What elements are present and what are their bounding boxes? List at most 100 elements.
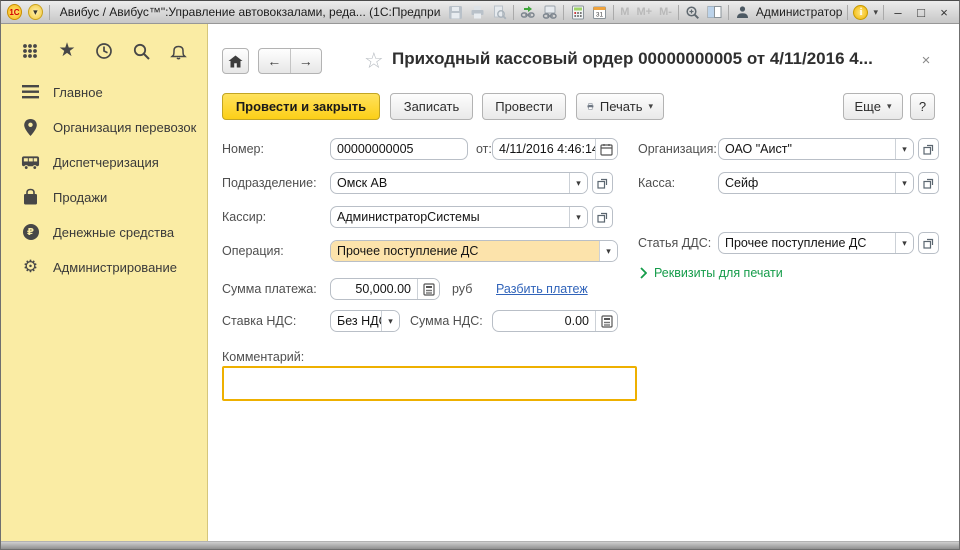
more-button[interactable]: Еще ▾ bbox=[843, 93, 903, 120]
home-button[interactable] bbox=[222, 48, 249, 74]
memory-m-plus-button[interactable]: M+ bbox=[635, 6, 653, 18]
cashflow-item-combo[interactable]: Прочее поступление ДС ▾ bbox=[718, 232, 914, 254]
chevron-down-icon[interactable]: ▾ bbox=[599, 241, 617, 261]
divider bbox=[513, 5, 514, 20]
history-icon[interactable] bbox=[93, 40, 115, 62]
divider bbox=[883, 5, 884, 20]
notifications-bell-icon[interactable] bbox=[167, 40, 189, 62]
zoom-icon[interactable] bbox=[684, 4, 701, 21]
department-open-button[interactable] bbox=[592, 172, 613, 194]
chevron-down-icon[interactable]: ▾ bbox=[895, 233, 913, 253]
sidebar-item-label: Диспетчеризация bbox=[53, 155, 159, 170]
divider bbox=[613, 5, 614, 20]
search-icon[interactable] bbox=[130, 40, 152, 62]
number-input[interactable]: 00000000005 bbox=[330, 138, 468, 160]
department-value: Омск АВ bbox=[331, 173, 569, 193]
bus-icon bbox=[21, 153, 40, 172]
write-button[interactable]: Записать bbox=[390, 93, 473, 120]
cashier-label: Кассир: bbox=[222, 206, 266, 228]
favorite-star-button[interactable]: ☆ bbox=[364, 50, 384, 72]
maximize-button[interactable]: □ bbox=[912, 4, 930, 21]
memory-m-button[interactable]: M bbox=[619, 6, 630, 18]
comment-input[interactable] bbox=[222, 366, 637, 401]
close-button[interactable]: × bbox=[935, 4, 953, 21]
cashflow-item-value: Прочее поступление ДС bbox=[719, 233, 895, 253]
tab-close-icon[interactable]: × bbox=[918, 52, 934, 69]
post-and-close-button[interactable]: Провести и закрыть bbox=[222, 93, 380, 120]
chevron-down-icon[interactable]: ▾ bbox=[895, 139, 913, 159]
number-label: Номер: bbox=[222, 138, 264, 160]
split-payment-link[interactable]: Разбить платеж bbox=[496, 278, 588, 300]
payment-amount-input[interactable]: 50,000.00 bbox=[330, 278, 440, 300]
cashbox-combo[interactable]: Сейф ▾ bbox=[718, 172, 914, 194]
number-value: 00000000005 bbox=[331, 139, 467, 159]
currency-label: руб bbox=[452, 278, 472, 300]
organization-value: ОАО "Аист" bbox=[719, 139, 895, 159]
sections-grid-icon[interactable] bbox=[19, 40, 41, 62]
back-button[interactable]: ← bbox=[259, 53, 290, 69]
organization-open-button[interactable] bbox=[918, 138, 939, 160]
favorites-star-icon[interactable]: ★ bbox=[56, 40, 78, 62]
vat-rate-combo[interactable]: Без НДС ▾ bbox=[330, 310, 400, 332]
sidebar-item-main[interactable]: Главное bbox=[1, 75, 207, 109]
help-button[interactable]: ? bbox=[910, 93, 935, 120]
go-to-link-icon[interactable] bbox=[519, 4, 536, 21]
minimize-button[interactable]: – bbox=[889, 4, 907, 21]
chevron-down-icon: ▾ bbox=[887, 101, 892, 112]
vat-rate-value: Без НДС bbox=[331, 311, 381, 331]
operation-combo[interactable]: Прочее поступление ДС ▾ bbox=[330, 240, 618, 262]
divider bbox=[49, 5, 50, 20]
calculator-button-icon[interactable] bbox=[595, 311, 617, 331]
divider bbox=[563, 5, 564, 20]
organization-combo[interactable]: ОАО "Аист" ▾ bbox=[718, 138, 914, 160]
sidebar-item-sales[interactable]: Продажи bbox=[1, 180, 207, 214]
print-icon[interactable] bbox=[469, 4, 486, 21]
chevron-down-icon: ▾ bbox=[648, 101, 653, 112]
calculator-button-icon[interactable] bbox=[417, 279, 439, 299]
chevron-down-icon[interactable]: ▾ bbox=[873, 7, 878, 18]
chevron-down-icon[interactable]: ▾ bbox=[895, 173, 913, 193]
print-preview-icon[interactable] bbox=[491, 4, 508, 21]
home-icon bbox=[228, 55, 243, 68]
cashier-open-button[interactable] bbox=[592, 206, 613, 228]
memory-m-minus-button[interactable]: M- bbox=[658, 6, 673, 18]
cashbox-open-button[interactable] bbox=[918, 172, 939, 194]
get-link-icon[interactable] bbox=[541, 4, 558, 21]
chevron-right-icon bbox=[640, 267, 647, 279]
forward-button[interactable]: → bbox=[291, 53, 322, 69]
ruble-coin-icon: ₽ bbox=[21, 223, 40, 242]
current-user-label[interactable]: Администратор bbox=[756, 5, 843, 19]
vat-rate-label: Ставка НДС: bbox=[222, 310, 296, 332]
calendar-icon[interactable]: 31 bbox=[591, 4, 608, 21]
print-details-expander[interactable]: Реквизиты для печати bbox=[640, 264, 783, 282]
sidebar-item-transport-organization[interactable]: Организация перевозок bbox=[1, 110, 207, 144]
cashflow-item-open-button[interactable] bbox=[918, 232, 939, 254]
sidebar-item-dispatching[interactable]: Диспетчеризация bbox=[1, 145, 207, 179]
chevron-down-icon[interactable]: ▾ bbox=[381, 311, 399, 331]
calendar-picker-icon[interactable] bbox=[595, 139, 617, 159]
open-form-icon bbox=[597, 178, 608, 189]
divider bbox=[847, 5, 848, 20]
cashier-combo[interactable]: АдминистраторСистемы ▾ bbox=[330, 206, 588, 228]
payment-amount-label: Сумма платежа: bbox=[222, 278, 317, 300]
post-button[interactable]: Провести bbox=[482, 93, 566, 120]
sidebar-item-cash[interactable]: ₽ Денежные средства bbox=[1, 215, 207, 249]
department-combo[interactable]: Омск АВ ▾ bbox=[330, 172, 588, 194]
calculator-icon[interactable] bbox=[569, 4, 586, 21]
info-icon[interactable]: i bbox=[853, 5, 868, 20]
print-button[interactable]: Печать ▾ bbox=[576, 93, 664, 120]
chevron-down-icon[interactable]: ▾ bbox=[569, 207, 587, 227]
sidebar-item-administration[interactable]: ⚙ Администрирование bbox=[1, 250, 207, 284]
save-icon[interactable] bbox=[447, 4, 464, 21]
sidebar-item-label: Главное bbox=[53, 85, 103, 100]
main-menu-button[interactable]: ▾ bbox=[28, 4, 43, 20]
open-form-icon bbox=[597, 212, 608, 223]
split-view-icon[interactable] bbox=[706, 4, 723, 21]
payment-amount-value: 50,000.00 bbox=[331, 279, 417, 299]
date-label: от: bbox=[476, 138, 492, 160]
date-input[interactable]: 4/11/2016 4:46:14 PM bbox=[492, 138, 618, 160]
vat-amount-value: 0.00 bbox=[493, 311, 595, 331]
organization-label: Организация: bbox=[638, 138, 717, 160]
vat-amount-input[interactable]: 0.00 bbox=[492, 310, 618, 332]
chevron-down-icon[interactable]: ▾ bbox=[569, 173, 587, 193]
